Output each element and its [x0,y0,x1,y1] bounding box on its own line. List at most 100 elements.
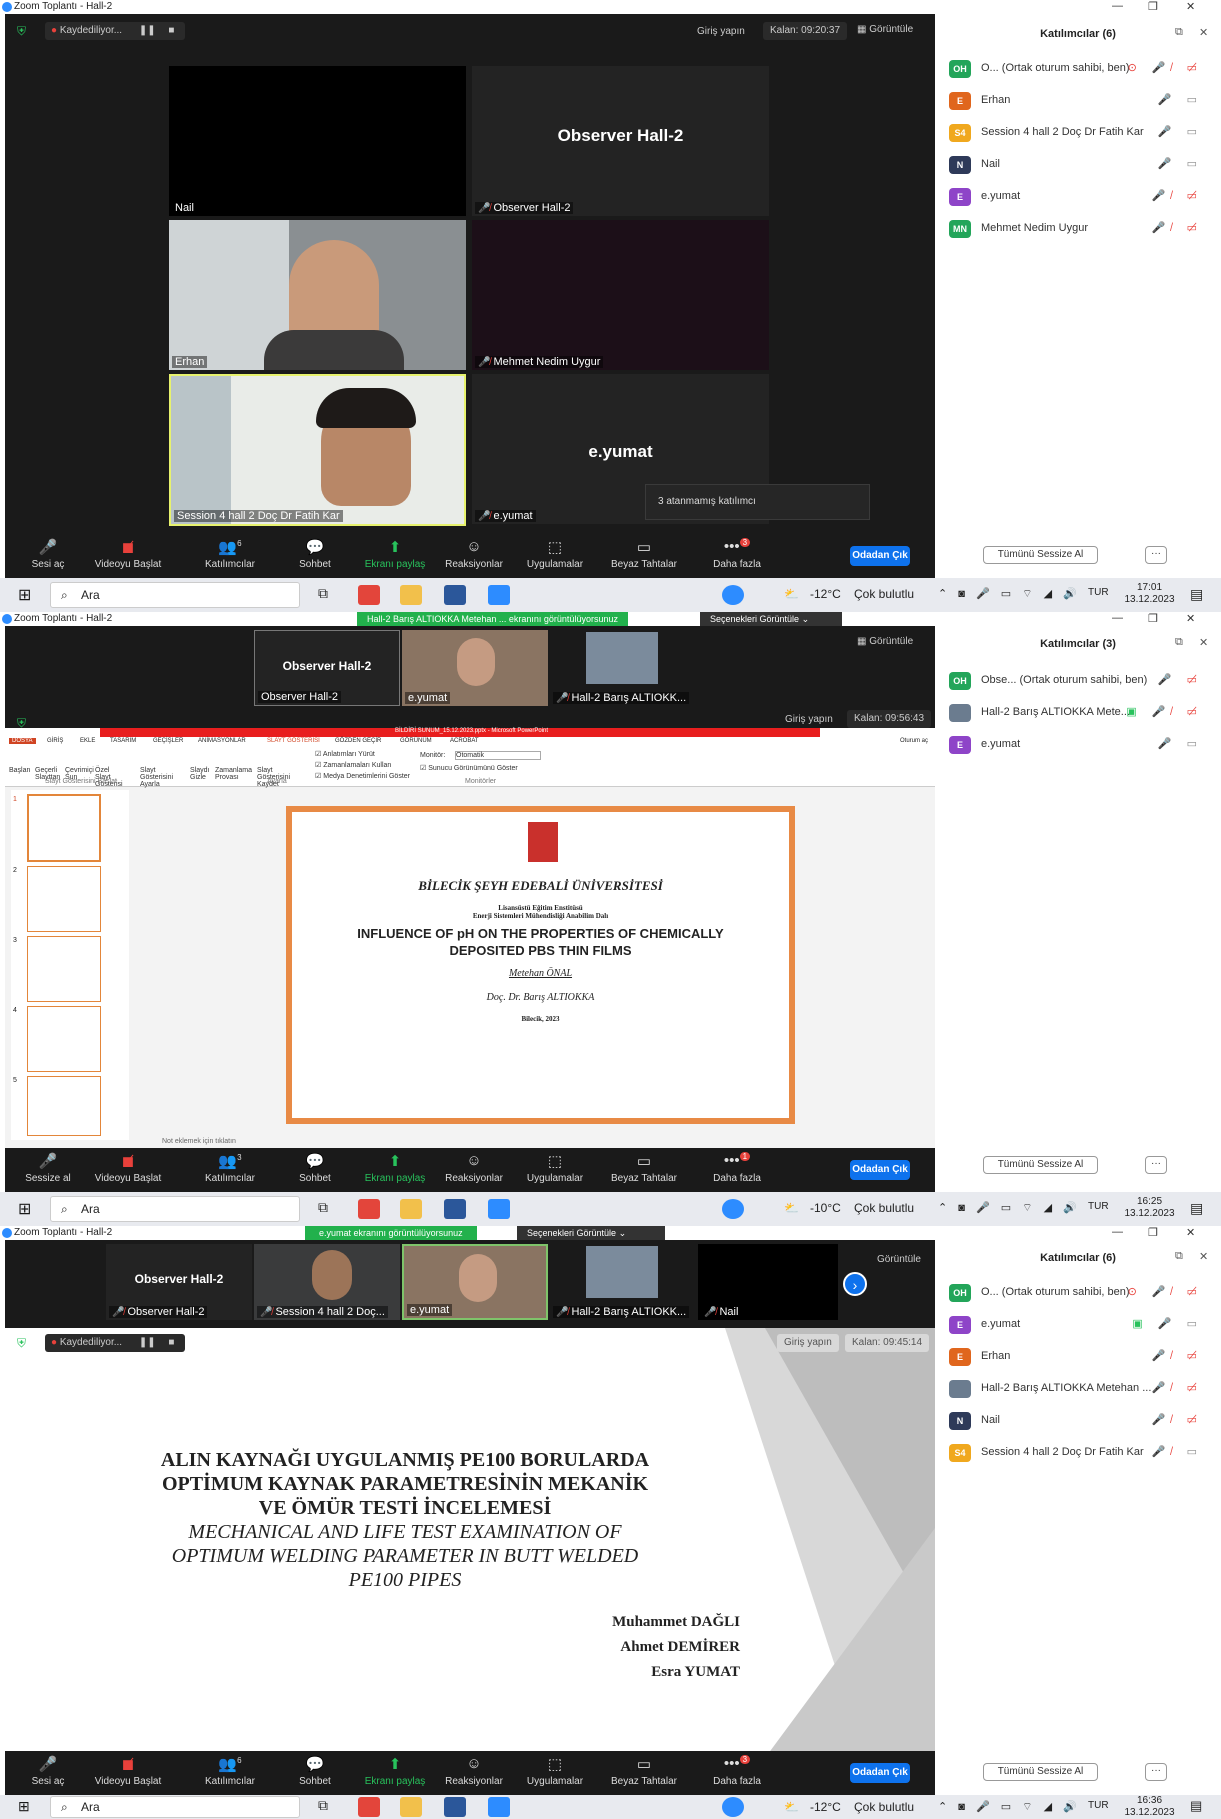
video-tile-erhan[interactable]: Erhan [169,220,466,370]
whiteboard-button[interactable]: ▭ Beyaz Tahtalar [599,1755,689,1787]
popout-icon[interactable]: ⧉ [1175,1250,1183,1263]
ribbon-start[interactable]: Başlan [9,767,30,774]
clock[interactable]: 16:25 13.12.2023 [1118,1196,1181,1220]
ribbon-setup[interactable]: Slayt Gösterisini Ayarla [140,767,180,788]
apps-button[interactable]: ⬚ Uygulamalar [515,1152,595,1184]
recording-indicator[interactable]: ● Kaydediliyor... ❚❚ ■ [45,22,185,40]
participant-row[interactable]: MN Mehmet Nedim Uygur 🎤̸ ▭̸ [949,218,1209,240]
ribbon-hide[interactable]: Slaydı Gizle [190,767,212,781]
ppt-tab-slideshow[interactable]: SLAYT GÖSTERİSİ [267,738,320,744]
restore-icon[interactable]: ❐ [1148,612,1158,625]
check-presenter[interactable]: ☑ Sunucu Görünümünü Göster [420,764,518,772]
ppt-tab-insert[interactable]: EKLE [80,738,95,744]
word-icon[interactable] [444,585,466,605]
restore-icon[interactable]: ❐ [1148,1226,1158,1239]
ppt-sign-in[interactable]: Oturum aç [900,738,928,744]
video-tile-mehmet[interactable]: 🎤̸ Mehmet Nedim Uygur [472,220,769,370]
close-icon[interactable]: ✕ [1186,612,1195,625]
strip-tile-hall2-baris[interactable]: 🎤̸ Hall-2 Barış ALTIOKK... [550,1244,696,1320]
tray-icons[interactable]: ⌃ ◙ 🎤 ▭ ⌔ ◢ 🔊 [938,1800,1081,1814]
ppt-tab-design[interactable]: TASARIM [110,738,136,744]
more-button[interactable]: ••• 3 Daha fazla [702,538,772,570]
mute-all-button[interactable]: Tümünü Sessize Al [983,1763,1098,1781]
taskbar-search[interactable]: ⌕ Ara [50,1796,300,1818]
close-panel-icon[interactable]: ✕ [1199,636,1208,649]
ppt-tab-review[interactable]: GÖZDEN GEÇİR [335,738,381,744]
language[interactable]: TUR [1088,1800,1109,1811]
strip-tile-observer[interactable]: Observer Hall-2 Observer Hall-2 [254,630,400,706]
close-panel-icon[interactable]: ✕ [1199,1250,1208,1263]
panel-more-button[interactable]: ··· [1145,1763,1167,1781]
panel-more-button[interactable]: ··· [1145,546,1167,564]
participant-row[interactable]: Hall-2 Barış ALTIOKKA Mete... ▣ 🎤̸ ▭̸ [949,702,1209,724]
participant-row[interactable]: Ee.yumat 🎤 ▭ [949,734,1209,756]
thumb-slide-4[interactable] [27,1006,101,1072]
participant-row[interactable]: OH O... (Ortak oturum sahibi, ben) ⊙ 🎤̸ ▭̸ [949,58,1209,80]
share-screen-button[interactable]: ⬆ Ekranı paylaş [360,1152,430,1184]
participant-row[interactable]: Ee.yumat ▣ 🎤 ▭ [949,1314,1209,1336]
view-button[interactable]: ▦ Görüntüle [857,636,913,647]
chrome-icon[interactable] [358,585,380,605]
check-media[interactable]: ☑ Medya Denetimlerini Göster [315,772,410,780]
tray-icons[interactable]: ⌃ ◙ 🎤 ▭ ⌔ ◢ 🔊 [938,1201,1081,1215]
mute-all-button[interactable]: Tümünü Sessize Al [983,546,1098,564]
participants-button[interactable]: 👥6 Katılımcılar [195,1755,265,1787]
close-icon[interactable]: ✕ [1186,1226,1195,1239]
participant-row[interactable]: N Nail 🎤 ▭ [949,154,1209,176]
participant-row[interactable]: Hall-2 Barış ALTIOKKA Metehan ... 🎤̸ ▭̸ [949,1378,1209,1400]
strip-tile-eyumat[interactable]: e.yumat [402,1244,548,1320]
clock[interactable]: 17:01 13.12.2023 [1118,582,1181,606]
task-view-icon[interactable]: ⧉ [318,1797,340,1817]
ppt-tab-file[interactable]: DOSYA [9,738,36,744]
chat-button[interactable]: 💬 Sohbet [280,538,350,570]
help-icon[interactable] [722,1797,744,1817]
participant-row[interactable]: OH O... (Ortak oturum sahibi, ben) ⊙ 🎤̸ ▭̸ [949,1282,1209,1304]
panel-more-button[interactable]: ··· [1145,1156,1167,1174]
popout-icon[interactable]: ⧉ [1175,26,1183,39]
reactions-button[interactable]: ☺ Reaksiyonlar [433,538,515,570]
ppt-tab-acrobat[interactable]: ACROBAT [450,738,479,744]
zoom-taskbar-icon[interactable] [488,1199,510,1219]
chrome-icon[interactable] [358,1199,380,1219]
close-icon[interactable]: ✕ [1186,0,1195,13]
mute-all-button[interactable]: Tümünü Sessize Al [983,1156,1098,1174]
strip-tile-nail[interactable]: 🎤̸ Nail [698,1244,838,1320]
view-button[interactable]: ▦ Görüntüle [857,24,913,35]
strip-tile-eyumat[interactable]: e.yumat [402,630,548,706]
clock[interactable]: 16:36 13.12.2023 [1118,1795,1181,1819]
check-narrations[interactable]: ☑ Anlatımları Yürüt [315,750,375,758]
monitor-select[interactable]: Otomatik [455,751,541,760]
participant-row[interactable]: E Erhan 🎤 ▭ [949,90,1209,112]
thumb-slide-2[interactable] [27,866,101,932]
participant-row[interactable]: S4 Session 4 hall 2 Doç Dr Fatih Kar 🎤̸ ▭ [949,1442,1209,1464]
more-button[interactable]: ••• 3 Daha fazla [702,1755,772,1787]
pause-icon[interactable]: ❚❚ [139,1337,156,1348]
mute-button[interactable]: 🎤 Sessize al [13,1152,83,1184]
popout-icon[interactable]: ⧉ [1175,636,1183,649]
stop-icon[interactable]: ■ [168,1337,174,1348]
whiteboard-button[interactable]: ▭ Beyaz Tahtalar [599,1152,689,1184]
participants-button[interactable]: 👥3 Katılımcılar [195,1152,265,1184]
share-screen-button[interactable]: ⬆ Ekranı paylaş [360,1755,430,1787]
apps-button[interactable]: ⬚ Uygulamalar [515,538,595,570]
view-options-button[interactable]: Seçenekleri Görüntüle ⌄ [517,1226,665,1240]
thumb-slide-5[interactable] [27,1076,101,1136]
zoom-taskbar-icon[interactable] [488,585,510,605]
thumb-slide-3[interactable] [27,936,101,1002]
ppt-tab-home[interactable]: GİRİŞ [47,738,63,744]
help-icon[interactable] [722,585,744,605]
unmute-button[interactable]: 🎤 Sesi aç [13,538,83,570]
share-screen-button[interactable]: ⬆ Ekranı paylaş [360,538,430,570]
view-options-button[interactable]: Seçenekleri Görüntüle ⌄ [700,612,842,626]
minimize-icon[interactable]: — [1112,612,1123,624]
zoom-taskbar-icon[interactable] [488,1797,510,1817]
sign-in-link[interactable]: Giriş yapın [777,1334,839,1352]
task-view-icon[interactable]: ⧉ [318,585,340,605]
whiteboard-button[interactable]: ▭ Beyaz Tahtalar [599,538,689,570]
reactions-button[interactable]: ☺ Reaksiyonlar [433,1755,515,1787]
restore-icon[interactable]: ❐ [1148,0,1158,13]
notifications-icon[interactable]: ▤ [1190,1200,1203,1217]
participant-row[interactable]: S4 Session 4 hall 2 Doç Dr Fatih Kar 🎤 ▭ [949,122,1209,144]
leave-button[interactable]: Odadan Çık [850,546,910,566]
leave-button[interactable]: Odadan Çık [850,1160,910,1180]
